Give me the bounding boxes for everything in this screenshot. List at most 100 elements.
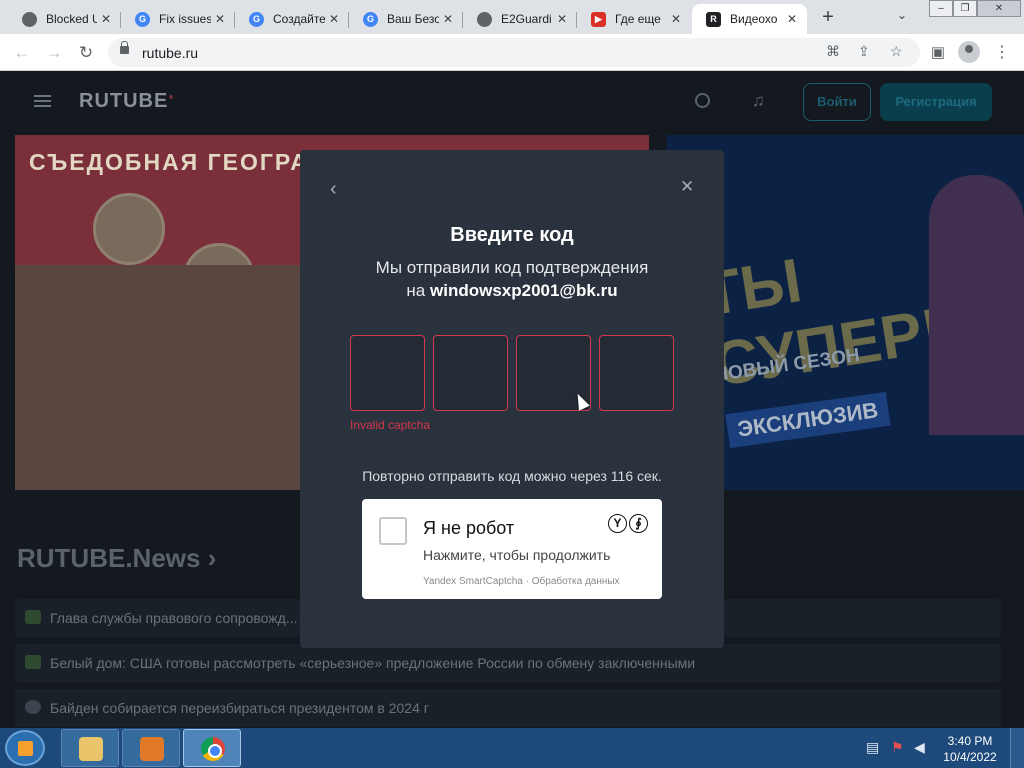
tab-title: Ваш Безо <box>387 12 439 26</box>
forward-arrow-icon[interactable]: → <box>42 41 66 65</box>
google-icon: G <box>249 11 264 27</box>
window-close-button[interactable]: ✕ <box>977 0 1021 17</box>
chrome-icon <box>201 737 225 761</box>
reload-icon[interactable]: ↻ <box>74 41 98 65</box>
media-player-icon <box>140 737 164 761</box>
tab-where-else[interactable]: ▶ Где еще ✕ <box>577 4 691 34</box>
youtube-icon: ▶ <box>591 11 606 27</box>
news-heading[interactable]: RUTUBE.News › <box>17 543 216 574</box>
news-source-icon <box>25 655 41 669</box>
browser-toolbar: ← → ↻ rutube.ru ⌘ ⇪ ☆ ▣ ⋮ <box>0 34 1024 71</box>
lock-icon <box>120 41 129 54</box>
restore-button[interactable]: ❐ <box>953 0 977 17</box>
site-logo[interactable]: RUTUBE● <box>79 90 175 113</box>
modal-email-line: на windowsxp2001@bk.ru <box>300 281 724 301</box>
news-item[interactable]: Байден собирается переизбираться президе… <box>15 689 1001 727</box>
clock-date: 10/4/2022 <box>943 750 997 764</box>
clock-time: 3:40 PM <box>947 734 993 748</box>
taskbar-media-player[interactable] <box>122 729 180 767</box>
logo-text: RUTUBE <box>79 90 169 112</box>
news-source-icon <box>25 700 41 714</box>
tab-strip: Blocked U ✕ G Fix issues ✕ G Создайте ✕ … <box>0 0 1024 34</box>
banner-exclusive-badge: ЭКСКЛЮЗИВ <box>725 391 891 449</box>
share-icon[interactable]: ⇪ <box>858 43 870 60</box>
minimize-button[interactable]: – <box>929 0 953 17</box>
tab-close-icon[interactable]: ✕ <box>667 12 685 26</box>
code-digit-input-2[interactable] <box>433 335 508 411</box>
smartcaptcha-logo-icon: ∮ <box>629 514 648 533</box>
translate-icon[interactable]: ⌘ <box>826 43 840 60</box>
tab-close-icon[interactable]: ✕ <box>211 12 229 26</box>
taskbar-explorer[interactable] <box>61 729 119 767</box>
modal-message: Мы отправили код подтверждения <box>375 258 649 277</box>
tab-fix-issues[interactable]: G Fix issues ✕ <box>121 4 235 34</box>
profile-avatar[interactable] <box>958 41 980 63</box>
site-header: RUTUBE● ♫ Войти Регистрация <box>0 71 1024 131</box>
yandex-logo-icon: Y <box>608 514 627 533</box>
page: RUTUBE● ♫ Войти Регистрация СЪЕДОБНАЯ ГЕ… <box>0 71 1024 728</box>
login-button[interactable]: Войти <box>803 83 871 121</box>
tab-title: Где еще <box>615 12 661 26</box>
action-center-warning-icon[interactable]: ⚑ <box>891 739 904 756</box>
tab-close-icon[interactable]: ✕ <box>439 12 457 26</box>
captcha-title: Я не робот <box>423 518 515 538</box>
volume-icon[interactable]: ◀ <box>914 739 925 756</box>
register-button[interactable]: Регистрация <box>880 83 992 121</box>
globe-icon <box>22 11 37 27</box>
bell-icon[interactable]: ♫ <box>752 91 765 111</box>
news-item-text: Белый дом: США готовы рассмотреть «серье… <box>50 655 696 671</box>
news-item-text: Байден собирается переизбираться президе… <box>50 700 429 716</box>
tab-security[interactable]: G Ваш Безо ✕ <box>349 4 463 34</box>
folder-icon <box>79 737 103 761</box>
error-message: Invalid captcha <box>350 418 431 432</box>
taskbar: ▤ ⚑ ◀ 3:40 PM 10/4/2022 <box>0 728 1024 768</box>
captcha-subtitle: Нажмите, чтобы продолжить <box>423 547 611 563</box>
smartcaptcha-widget[interactable]: Я не робот Нажмите, чтобы продолжить Yan… <box>362 499 662 599</box>
more-menu-icon[interactable]: ⋮ <box>990 41 1014 65</box>
code-digit-input-1[interactable] <box>350 335 425 411</box>
google-icon: G <box>135 11 150 27</box>
tab-e2guardian[interactable]: E2Guardi ✕ <box>463 4 577 34</box>
news-item[interactable]: Белый дом: США готовы рассмотреть «серье… <box>15 644 1001 682</box>
food-plate-image <box>93 193 165 265</box>
address-bar[interactable]: rutube.ru ⌘ ⇪ ☆ <box>108 38 920 67</box>
system-clock[interactable]: 3:40 PM 10/4/2022 <box>940 733 1000 765</box>
tab-title: Видеохо <box>730 12 778 26</box>
google-icon: G <box>363 11 378 27</box>
menu-icon[interactable] <box>34 95 51 107</box>
email-prefix: на <box>406 281 426 300</box>
code-digit-input-4[interactable] <box>599 335 674 411</box>
captcha-footer-link[interactable]: Yandex SmartCaptcha · Обработка данных <box>423 576 620 587</box>
tab-title: Создайте <box>273 12 325 26</box>
news-source-icon <box>25 610 41 624</box>
tab-create[interactable]: G Создайте ✕ <box>235 4 349 34</box>
tab-close-icon[interactable]: ✕ <box>325 12 343 26</box>
side-panel-icon[interactable]: ▣ <box>926 41 950 65</box>
resend-timer-text: Повторно отправить код можно через 116 с… <box>362 468 662 484</box>
tab-rutube[interactable]: R Видеохо ✕ <box>692 4 807 34</box>
close-icon[interactable]: ✕ <box>680 177 694 197</box>
tab-title: Fix issues <box>159 12 211 26</box>
tab-close-icon[interactable]: ✕ <box>783 12 801 26</box>
network-icon[interactable]: ▤ <box>866 739 879 756</box>
host-photo <box>929 175 1024 435</box>
new-tab-button[interactable]: + <box>817 6 839 28</box>
back-arrow-icon[interactable]: ← <box>10 41 34 65</box>
tab-blocked[interactable]: Blocked U ✕ <box>8 4 121 34</box>
chevron-left-icon[interactable]: ‹ <box>330 178 337 201</box>
tab-close-icon[interactable]: ✕ <box>553 12 571 26</box>
tab-close-icon[interactable]: ✕ <box>97 12 115 26</box>
news-heading-text: RUTUBE.News <box>17 543 201 573</box>
verification-modal: ‹ ✕ Введите код Мы отправили код подтвер… <box>300 150 724 648</box>
email-address: windowsxp2001@bk.ru <box>430 281 618 300</box>
start-button[interactable] <box>5 730 45 766</box>
search-icon[interactable] <box>695 93 710 108</box>
show-desktop-button[interactable] <box>1010 728 1024 768</box>
url-text[interactable]: rutube.ru <box>142 45 198 61</box>
captcha-checkbox[interactable] <box>379 517 407 545</box>
taskbar-chrome[interactable] <box>183 729 241 767</box>
bookmark-star-icon[interactable]: ☆ <box>890 43 903 60</box>
chevron-right-icon: › <box>207 543 217 573</box>
chevron-down-icon[interactable]: ⌄ <box>897 8 907 22</box>
tab-title: E2Guardi <box>501 12 552 26</box>
